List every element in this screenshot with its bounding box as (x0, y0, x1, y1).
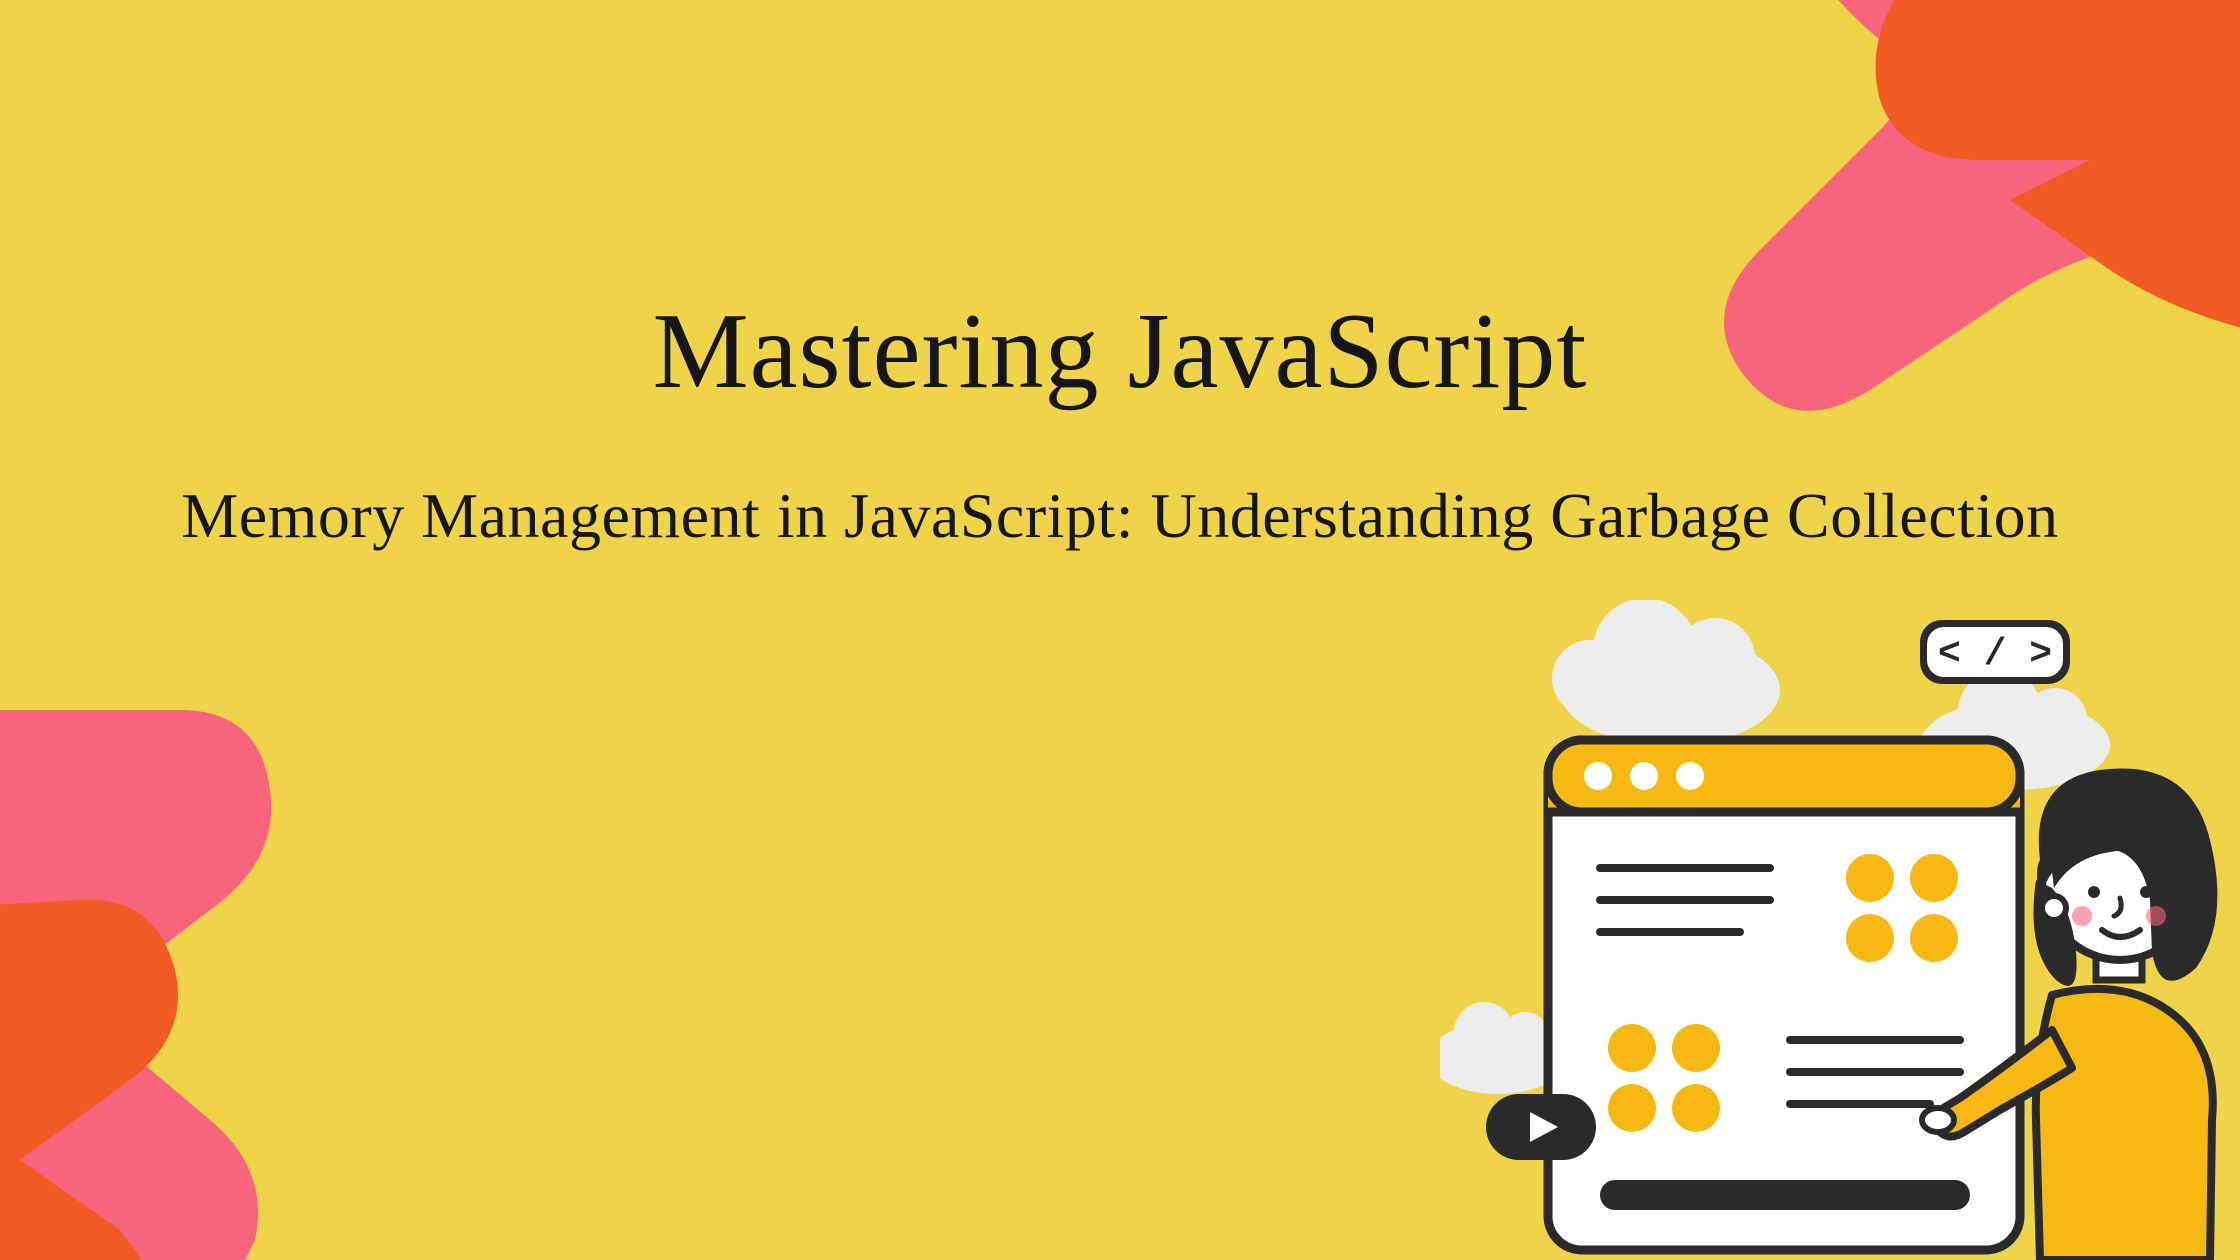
browser-window-icon (1548, 740, 2020, 1250)
cloud-icon (1552, 600, 1780, 746)
code-tag-icon: < / > (1920, 620, 2070, 684)
play-icon (1486, 1094, 1596, 1160)
corner-decoration-bottom-left (0, 650, 510, 1260)
page-subtitle: Memory Management in JavaScript: Underst… (0, 470, 2240, 563)
svg-text:< / >: < / > (1938, 633, 2052, 676)
illustration: < / > (1440, 600, 2220, 1260)
page-title: Mastering JavaScript (0, 290, 2240, 414)
